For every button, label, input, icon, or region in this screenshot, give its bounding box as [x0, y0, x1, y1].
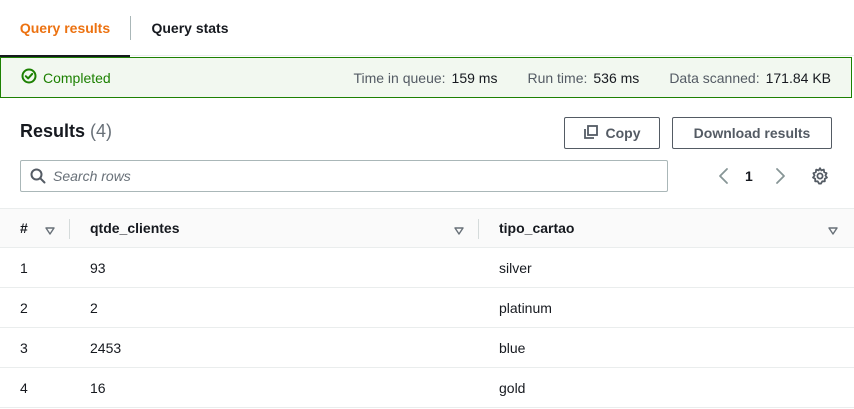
data-scanned-value: 171.84 KB: [765, 69, 831, 86]
tab-query-stats[interactable]: Query stats: [131, 0, 249, 56]
copy-button[interactable]: Copy: [564, 117, 660, 149]
table-header: # qtde_clientes tipo_cartao: [0, 208, 854, 248]
download-results-button[interactable]: Download results: [672, 117, 832, 149]
search-icon: [30, 168, 46, 189]
copy-button-label: Copy: [605, 125, 641, 141]
sort-qtde-clientes-icon[interactable]: [454, 223, 464, 241]
sort-tipo-cartao-icon[interactable]: [828, 223, 838, 241]
query-metrics: Time in queue: 159 ms Run time: 536 ms Dat…: [323, 58, 831, 97]
table-row: 4 16 gold: [0, 368, 854, 408]
run-time-label: Run time:: [527, 69, 588, 86]
gear-icon[interactable]: [810, 166, 830, 191]
table-row: 1 93 silver: [0, 248, 854, 288]
results-heading: Results (4): [20, 121, 112, 142]
results-tabs: Query results Query stats: [0, 0, 854, 57]
time-in-queue-value: 159 ms: [451, 69, 498, 86]
status-label: Completed: [43, 69, 111, 86]
column-divider[interactable]: [69, 219, 70, 239]
cell-qtde-clientes: 16: [90, 380, 106, 396]
time-in-queue-label: Time in queue:: [353, 69, 446, 86]
column-header-index[interactable]: #: [20, 209, 28, 247]
current-page-number[interactable]: 1: [745, 168, 753, 184]
status-completed: Completed: [21, 58, 111, 97]
cell-tipo-cartao: silver: [499, 260, 532, 276]
download-results-label: Download results: [693, 125, 811, 141]
data-scanned-label: Data scanned:: [669, 69, 760, 86]
results-count: (4): [90, 121, 113, 141]
search-input[interactable]: [53, 161, 653, 191]
cell-index: 1: [20, 260, 28, 276]
check-circle-icon: [21, 68, 37, 87]
data-scanned: Data scanned: 171.84 KB: [669, 70, 831, 86]
column-header-qtde-clientes[interactable]: qtde_clientes: [90, 209, 179, 247]
cell-tipo-cartao: blue: [499, 340, 526, 356]
cell-qtde-clientes: 2453: [90, 340, 122, 356]
copy-icon: [583, 124, 598, 142]
cell-index: 3: [20, 340, 28, 356]
query-status-bar: Completed Time in queue: 159 ms Run time:…: [0, 57, 852, 98]
column-header-tipo-cartao[interactable]: tipo_cartao: [499, 209, 574, 247]
next-page-icon[interactable]: [772, 166, 788, 191]
cell-qtde-clientes: 2: [90, 300, 98, 316]
column-divider[interactable]: [478, 219, 479, 239]
run-time: Run time: 536 ms: [527, 70, 639, 86]
results-title: Results: [20, 121, 86, 141]
cell-tipo-cartao: gold: [499, 380, 526, 396]
cell-tipo-cartao: platinum: [499, 300, 552, 316]
cell-index: 2: [20, 300, 28, 316]
previous-page-icon[interactable]: [716, 166, 732, 191]
cell-index: 4: [20, 380, 28, 396]
sort-index-icon[interactable]: [45, 223, 55, 241]
search-rows-field[interactable]: [20, 160, 668, 192]
run-time-value: 536 ms: [593, 69, 640, 86]
table-row: 3 2453 blue: [0, 328, 854, 368]
table-row: 2 2 platinum: [0, 288, 854, 328]
time-in-queue: Time in queue: 159 ms: [353, 70, 497, 86]
tab-query-results[interactable]: Query results: [0, 0, 130, 57]
cell-qtde-clientes: 93: [90, 260, 106, 276]
